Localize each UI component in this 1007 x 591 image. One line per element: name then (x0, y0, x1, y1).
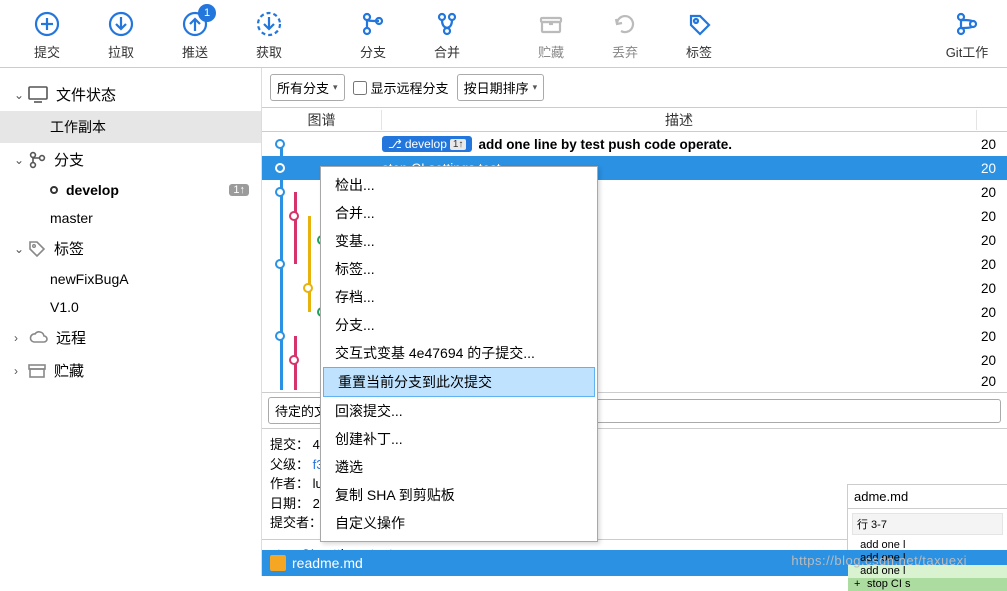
diff-hunk-header: 行 3-7 (852, 513, 1003, 535)
file-state-label: 文件状态 (56, 84, 116, 105)
tag-button[interactable]: 标签 (662, 4, 736, 61)
ctx-item[interactable]: 交互式变基 4e47694 的子提交... (321, 339, 597, 367)
commit-label: 提交 (34, 42, 60, 61)
chevron-right-icon: › (14, 331, 28, 345)
sidebar-file-state-header[interactable]: ⌄ 文件状态 (0, 78, 261, 111)
merge-button[interactable]: 合并 (410, 4, 484, 61)
chevron-down-icon: ▾ (533, 82, 538, 93)
ctx-item[interactable]: 遴选 (321, 453, 597, 481)
fetch-button[interactable]: 获取 (232, 4, 306, 61)
push-button[interactable]: 1 推送 (158, 4, 232, 61)
discard-button[interactable]: 丢弃 (588, 4, 662, 61)
commit-desc: add one line by test push code operate. (478, 137, 732, 152)
sort-combo[interactable]: 按日期排序▾ (457, 74, 545, 101)
cloud-icon (28, 330, 48, 346)
sidebar-branch-develop[interactable]: develop 1↑ (0, 176, 261, 204)
push-label: 推送 (182, 42, 208, 61)
ctx-item[interactable]: 创建补丁... (321, 425, 597, 453)
branches-label: 分支 (54, 149, 84, 170)
col-desc-header[interactable]: 描述 (382, 110, 977, 130)
diff-line: add one l (848, 539, 1007, 552)
sidebar-item-working-copy[interactable]: 工作副本 (0, 111, 261, 143)
gitflow-button[interactable]: Git工作 (937, 4, 997, 61)
branch-filter-combo[interactable]: 所有分支▾ (270, 74, 345, 101)
commit-context-menu: 检出...合并...变基...标签...存档...分支...交互式变基 4e47… (320, 166, 598, 542)
ctx-item[interactable]: 分支... (321, 311, 597, 339)
branch-label: 分支 (360, 42, 386, 61)
diff-pane: adme.md 行 3-7 add one l add one l add on… (847, 484, 1007, 550)
pull-label: 拉取 (108, 42, 134, 61)
branch-tag: ⎇develop 1↑ (382, 136, 472, 152)
merge-label: 合并 (434, 42, 460, 61)
discard-label: 丢弃 (612, 42, 638, 61)
main-toolbar: 提交 拉取 1 推送 获取 分支 合并 贮藏 丢弃 标签 Git工作 (0, 0, 1007, 68)
ctx-item[interactable]: 合并... (321, 199, 597, 227)
chevron-down-icon: ⌄ (14, 153, 28, 167)
gitflow-label: Git工作 (946, 42, 989, 61)
ahead-badge: 1↑ (229, 184, 249, 196)
diff-line: + stop CI s (848, 578, 1007, 591)
commit-row[interactable]: ⎇develop 1↑ add one line by test push co… (262, 132, 1007, 156)
diff-line: add one l (848, 565, 1007, 578)
tag-label: 标签 (686, 42, 712, 61)
branch-icon (28, 151, 46, 169)
ctx-item[interactable]: 回滚提交... (321, 397, 597, 425)
ctx-item[interactable]: 重置当前分支到此次提交 (323, 367, 595, 397)
branch-button[interactable]: 分支 (336, 4, 410, 61)
remotes-label: 远程 (56, 327, 86, 348)
ctx-item[interactable]: 复制 SHA 到剪贴板 (321, 481, 597, 509)
diff-file-header: adme.md (848, 485, 1007, 509)
sidebar-branches-header[interactable]: ⌄ 分支 (0, 143, 261, 176)
tags-label: 标签 (54, 238, 84, 259)
current-branch-icon (50, 186, 58, 194)
chevron-down-icon: ▾ (333, 82, 338, 93)
box-icon (28, 363, 46, 379)
sidebar-stashes-header[interactable]: › 贮藏 (0, 354, 261, 387)
sidebar-tags-header[interactable]: ⌄ 标签 (0, 232, 261, 265)
tag-icon (28, 240, 46, 258)
ctx-item[interactable]: 检出... (321, 171, 597, 199)
sidebar: ⌄ 文件状态 工作副本 ⌄ 分支 develop 1↑ master ⌄ 标签 … (0, 68, 262, 576)
ctx-item[interactable]: 标签... (321, 255, 597, 283)
monitor-icon (28, 86, 48, 104)
chevron-down-icon: ⌄ (14, 242, 28, 256)
ctx-item[interactable]: 存档... (321, 283, 597, 311)
sidebar-tag-item[interactable]: newFixBugA (0, 265, 261, 293)
sidebar-tag-item[interactable]: V1.0 (0, 293, 261, 321)
col-graph-header[interactable]: 图谱 (262, 110, 382, 130)
commit-button[interactable]: 提交 (10, 4, 84, 61)
pull-button[interactable]: 拉取 (84, 4, 158, 61)
show-remote-input[interactable] (353, 81, 367, 95)
fetch-label: 获取 (256, 42, 282, 61)
sidebar-branch-master[interactable]: master (0, 204, 261, 232)
show-remote-checkbox[interactable]: 显示远程分支 (353, 78, 449, 97)
chevron-right-icon: › (14, 364, 28, 378)
file-icon (270, 555, 286, 571)
branch-mini-icon: ⎇ (388, 137, 402, 151)
stash-button[interactable]: 贮藏 (514, 4, 588, 61)
sidebar-remotes-header[interactable]: › 远程 (0, 321, 261, 354)
file-name: readme.md (292, 555, 363, 571)
filter-bar: 所有分支▾ 显示远程分支 按日期排序▾ (262, 68, 1007, 108)
stashes-label: 贮藏 (54, 360, 84, 381)
ctx-item[interactable]: 自定义操作 (321, 509, 597, 537)
ctx-item[interactable]: 变基... (321, 227, 597, 255)
stash-label: 贮藏 (538, 42, 564, 61)
grid-header: 图谱 描述 (262, 108, 1007, 132)
chevron-down-icon: ⌄ (14, 88, 28, 102)
diff-line: add one l (848, 552, 1007, 565)
push-badge: 1 (198, 4, 216, 22)
